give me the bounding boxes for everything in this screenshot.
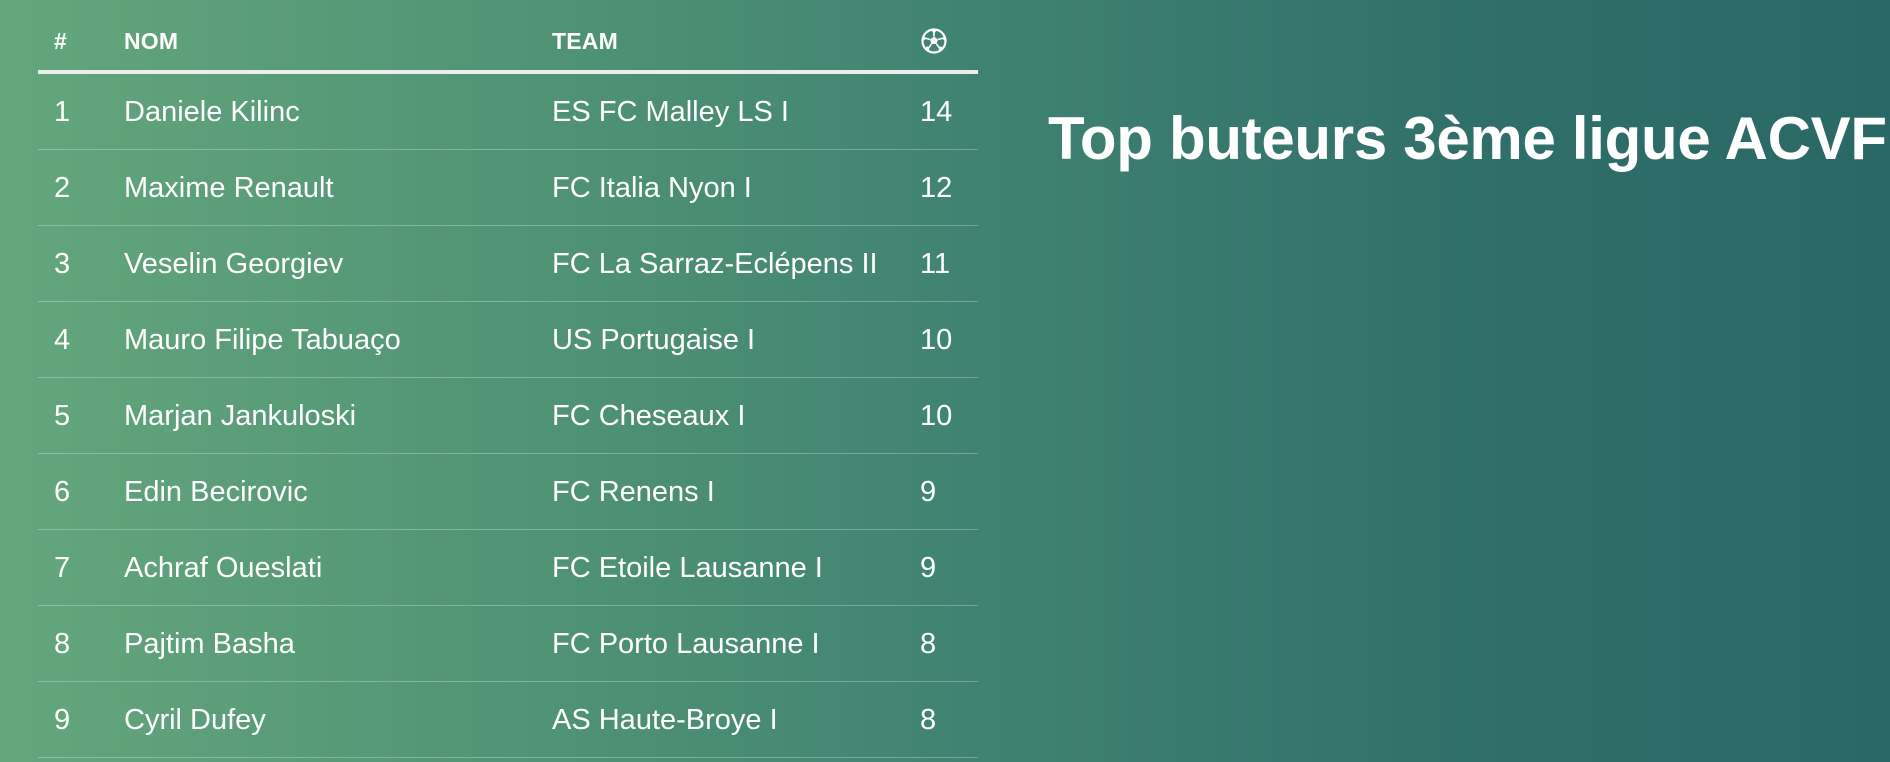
table-row: 7 Achraf Oueslati FC Etoile Lausanne I 9 bbox=[38, 530, 978, 606]
rank-cell: 6 bbox=[54, 476, 71, 508]
rank-cell: 5 bbox=[54, 400, 71, 432]
table-body: 1 Daniele Kilinc ES FC Malley LS I 14 2 Maxim… bbox=[38, 74, 978, 758]
player-name-cell: Pajtim Basha bbox=[124, 628, 295, 660]
team-cell: FC Renens I bbox=[552, 476, 715, 508]
team-cell: FC La Sarraz-Eclépens II bbox=[552, 248, 878, 280]
rank-cell: 2 bbox=[54, 172, 71, 204]
player-name-cell: Marjan Jankuloski bbox=[124, 400, 357, 432]
table-row: 6 Edin Becirovic FC Renens I 9 bbox=[38, 454, 978, 530]
player-name-cell: Cyril Dufey bbox=[124, 704, 266, 736]
goals-cell: 12 bbox=[920, 172, 953, 204]
table-row: 2 Maxime Renault FC Italia Nyon I 12 bbox=[38, 150, 978, 226]
rank-cell: 9 bbox=[54, 704, 71, 736]
goals-cell: 8 bbox=[920, 628, 937, 660]
page-title: Top buteurs 3ème ligue ACVF bbox=[1048, 105, 1887, 172]
team-column-header: TEAM bbox=[552, 28, 618, 54]
goals-cell: 9 bbox=[920, 476, 937, 508]
player-name-cell: Maxime Renault bbox=[124, 172, 334, 204]
rank-cell: 7 bbox=[54, 552, 71, 584]
player-name-cell: Mauro Filipe Tabuaço bbox=[124, 324, 401, 356]
goals-cell: 11 bbox=[920, 248, 951, 280]
player-name-cell: Edin Becirovic bbox=[124, 476, 308, 508]
goals-cell: 14 bbox=[920, 96, 953, 128]
team-cell: ES FC Malley LS I bbox=[552, 96, 789, 128]
goals-cell: 10 bbox=[920, 400, 953, 432]
team-cell: US Portugaise I bbox=[552, 324, 756, 356]
team-cell: FC Italia Nyon I bbox=[552, 172, 752, 204]
rank-cell: 3 bbox=[54, 248, 71, 280]
name-column-header: NOM bbox=[124, 28, 179, 54]
player-name-cell: Daniele Kilinc bbox=[124, 96, 300, 128]
soccer-ball-icon bbox=[921, 28, 947, 54]
rank-column-header: # bbox=[54, 28, 67, 54]
goals-cell: 10 bbox=[920, 324, 953, 356]
player-name-cell: Achraf Oueslati bbox=[124, 552, 323, 584]
rank-cell: 4 bbox=[54, 324, 71, 356]
goals-cell: 9 bbox=[920, 552, 937, 584]
goals-cell: 8 bbox=[920, 704, 937, 736]
team-cell: FC Cheseaux I bbox=[552, 400, 746, 432]
table-row: 4 Mauro Filipe Tabuaço US Portugaise I 10 bbox=[38, 302, 978, 378]
table-row: 9 Cyril Dufey AS Haute-Broye I 8 bbox=[38, 682, 978, 758]
table-row: 3 Veselin Georgiev FC La Sarraz-Eclépens I… bbox=[38, 226, 978, 302]
rank-cell: 8 bbox=[54, 628, 71, 660]
table-header: # NOM TEAM bbox=[38, 0, 978, 74]
table-row: 5 Marjan Jankuloski FC Cheseaux I 10 bbox=[38, 378, 978, 454]
team-cell: FC Porto Lausanne I bbox=[552, 628, 820, 660]
team-cell: FC Etoile Lausanne I bbox=[552, 552, 823, 584]
table-row: 8 Pajtim Basha FC Porto Lausanne I 8 bbox=[38, 606, 978, 682]
table-row: 1 Daniele Kilinc ES FC Malley LS I 14 bbox=[38, 74, 978, 150]
team-cell: AS Haute-Broye I bbox=[552, 704, 778, 736]
rank-cell: 1 bbox=[54, 96, 71, 128]
scorers-table: # NOM TEAM 1 Daniele Kilinc ES FC Malley L… bbox=[38, 0, 978, 758]
player-name-cell: Veselin Georgiev bbox=[124, 248, 344, 280]
